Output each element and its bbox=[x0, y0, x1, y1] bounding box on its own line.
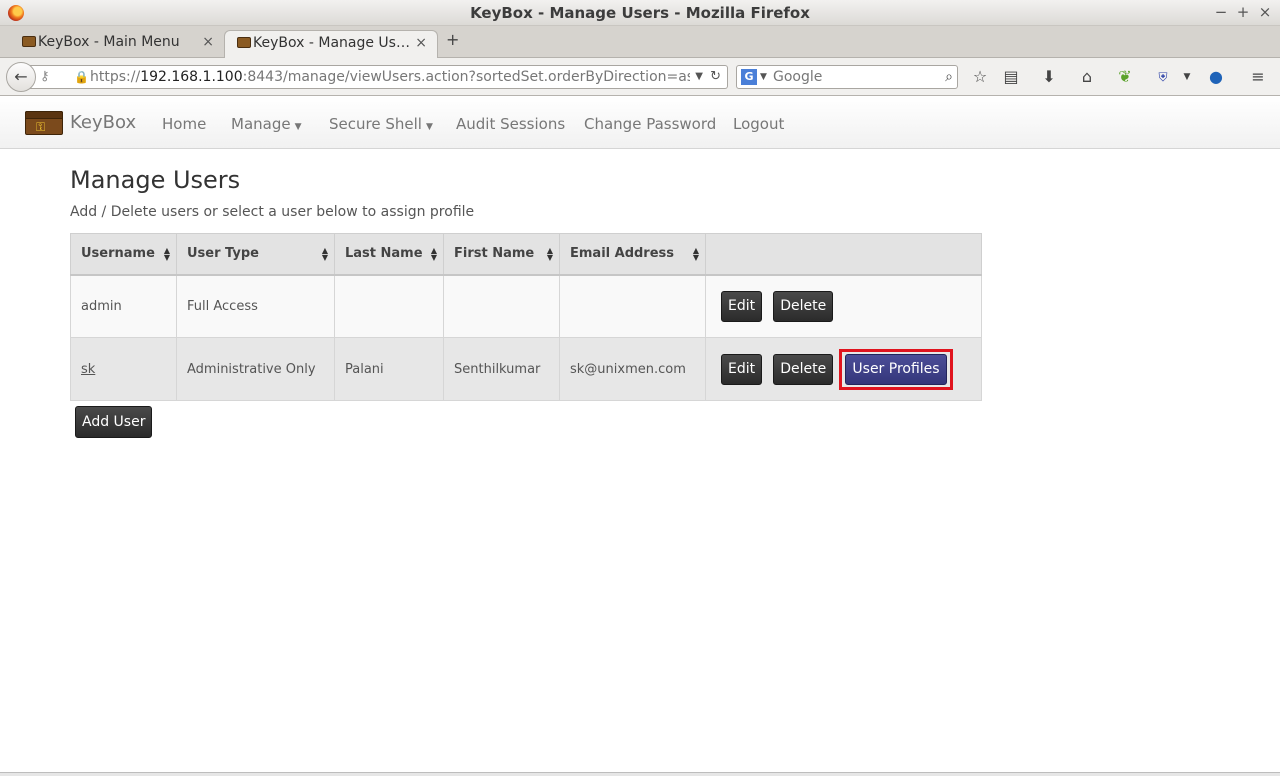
caret-down-icon: ▼ bbox=[294, 122, 302, 132]
keybox-logo-icon[interactable]: ⚿ bbox=[25, 111, 63, 135]
tab-close-icon[interactable]: × bbox=[415, 31, 427, 55]
app-brand[interactable]: KeyBox bbox=[70, 112, 136, 133]
cell-last-name: Palani bbox=[334, 337, 444, 401]
column-header-last-name[interactable]: Last Name ▲ ▼ bbox=[334, 233, 444, 276]
edit-button[interactable]: Edit bbox=[721, 353, 763, 385]
table-header-row: Username ▲ ▼ User Type ▲ ▼ Last Name ▲ ▼ First… bbox=[70, 233, 982, 276]
cell-last-name bbox=[334, 274, 444, 338]
search-icon[interactable]: ⌕ bbox=[945, 66, 953, 88]
app-navbar: ⚿ KeyBox Home Manage ▼ Secure Shell ▼ Audi… bbox=[0, 96, 1280, 149]
tab-main-menu[interactable]: KeyBox - Main Menu × bbox=[10, 30, 224, 58]
window-title: KeyBox - Manage Users - Mozilla Firefox bbox=[470, 4, 810, 22]
cell-user-type: Administrative Only bbox=[176, 337, 335, 401]
menu-icon[interactable]: ≡ bbox=[1247, 66, 1269, 88]
cell-actions: Edit Delete bbox=[705, 274, 982, 338]
tab-label: KeyBox - Main Menu bbox=[38, 34, 180, 50]
cell-actions: Edit Delete User Profiles bbox=[705, 337, 982, 401]
page-title: Manage Users bbox=[70, 166, 241, 194]
leaf-addon-icon[interactable]: ❦ bbox=[1114, 66, 1136, 88]
downloads-icon[interactable]: ⬇ bbox=[1038, 66, 1060, 88]
tab-label: KeyBox - Manage Us… bbox=[253, 35, 410, 51]
google-icon[interactable]: G bbox=[741, 69, 757, 85]
table-row: sk Administrative Only Palani Senthilkum… bbox=[70, 337, 982, 401]
add-user-button[interactable]: Add User bbox=[75, 406, 153, 438]
browser-nav-bar: ⚷ 🔒 https://192.168.1.100:8443/manage/vi… bbox=[0, 58, 1280, 96]
window-title-bar: KeyBox - Manage Users - Mozilla Firefox … bbox=[0, 0, 1280, 26]
delete-button[interactable]: Delete bbox=[773, 353, 834, 385]
reload-icon[interactable]: ↻ bbox=[710, 66, 721, 88]
cell-username: admin bbox=[70, 274, 177, 338]
column-header-username[interactable]: Username ▲ ▼ bbox=[70, 233, 177, 276]
sort-icon[interactable]: ▲ ▼ bbox=[693, 247, 699, 262]
user-profiles-highlight: User Profiles bbox=[839, 348, 953, 390]
nav-audit-sessions[interactable]: Audit Sessions bbox=[456, 115, 565, 133]
cell-email: sk@unixmen.com bbox=[559, 337, 706, 401]
nav-change-password[interactable]: Change Password bbox=[584, 115, 716, 133]
username-link[interactable]: sk bbox=[81, 362, 95, 377]
keybox-favicon-icon bbox=[22, 36, 36, 47]
nav-secure-shell[interactable]: Secure Shell ▼ bbox=[329, 115, 433, 133]
sort-icon[interactable]: ▲ ▼ bbox=[164, 247, 170, 262]
lock-icon: 🔒 bbox=[74, 70, 89, 84]
addon-dropdown-icon[interactable]: ▼ bbox=[1176, 66, 1198, 88]
cell-user-type: Full Access bbox=[176, 274, 335, 338]
column-header-user-type[interactable]: User Type ▲ ▼ bbox=[176, 233, 335, 276]
cell-email bbox=[559, 274, 706, 338]
nav-logout[interactable]: Logout bbox=[733, 115, 784, 133]
cell-first-name: Senthilkumar bbox=[443, 337, 560, 401]
home-icon[interactable]: ⌂ bbox=[1076, 66, 1098, 88]
cell-username: sk bbox=[70, 337, 177, 401]
abe-addon-icon[interactable]: ⛨ bbox=[1152, 66, 1174, 88]
edit-button[interactable]: Edit bbox=[721, 290, 763, 322]
cell-first-name bbox=[443, 274, 560, 338]
page-subtitle: Add / Delete users or select a user belo… bbox=[70, 204, 475, 220]
bookmark-star-icon[interactable]: ☆ bbox=[969, 66, 991, 88]
sort-icon[interactable]: ▲ ▼ bbox=[322, 247, 328, 262]
users-table: Username ▲ ▼ User Type ▲ ▼ Last Name ▲ ▼ First… bbox=[70, 233, 982, 401]
new-tab-button[interactable]: + bbox=[446, 30, 459, 49]
url-text: https://192.168.1.100:8443/manage/viewUs… bbox=[90, 69, 690, 85]
back-button[interactable]: ← bbox=[6, 62, 36, 92]
tab-strip: KeyBox - Main Menu × KeyBox - Manage Us…… bbox=[0, 26, 1280, 58]
addon-globe-icon[interactable]: ● bbox=[1205, 66, 1227, 88]
close-window-icon[interactable]: × bbox=[1256, 3, 1274, 21]
caret-down-icon: ▼ bbox=[425, 122, 433, 132]
identity-key-icon[interactable]: ⚷ bbox=[40, 66, 50, 88]
search-placeholder: Google bbox=[773, 69, 823, 85]
column-header-actions bbox=[705, 233, 982, 276]
url-history-dropdown-icon[interactable]: ▼ bbox=[695, 66, 703, 88]
column-header-first-name[interactable]: First Name ▲ ▼ bbox=[443, 233, 560, 276]
nav-manage[interactable]: Manage ▼ bbox=[231, 115, 302, 133]
user-profiles-button[interactable]: User Profiles bbox=[845, 353, 947, 385]
table-row: admin Full Access Edit Delete bbox=[70, 274, 982, 338]
url-bar[interactable]: ⚷ 🔒 https://192.168.1.100:8443/manage/vi… bbox=[30, 65, 728, 89]
search-box[interactable]: G ▼ Google ⌕ bbox=[736, 65, 958, 89]
delete-button[interactable]: Delete bbox=[773, 290, 834, 322]
tab-manage-users[interactable]: KeyBox - Manage Us… × bbox=[224, 30, 438, 58]
tab-close-icon[interactable]: × bbox=[202, 30, 214, 54]
column-header-email[interactable]: Email Address ▲ ▼ bbox=[559, 233, 706, 276]
nav-home[interactable]: Home bbox=[162, 115, 206, 133]
minimize-icon[interactable]: − bbox=[1212, 3, 1230, 21]
status-bar bbox=[0, 772, 1280, 776]
bookmarks-list-icon[interactable]: ▤ bbox=[1000, 66, 1022, 88]
sort-icon[interactable]: ▲ ▼ bbox=[547, 247, 553, 262]
maximize-icon[interactable]: + bbox=[1234, 3, 1252, 21]
search-engine-dropdown-icon[interactable]: ▼ bbox=[760, 66, 767, 88]
keybox-favicon-icon bbox=[237, 37, 251, 48]
sort-icon[interactable]: ▲ ▼ bbox=[431, 247, 437, 262]
